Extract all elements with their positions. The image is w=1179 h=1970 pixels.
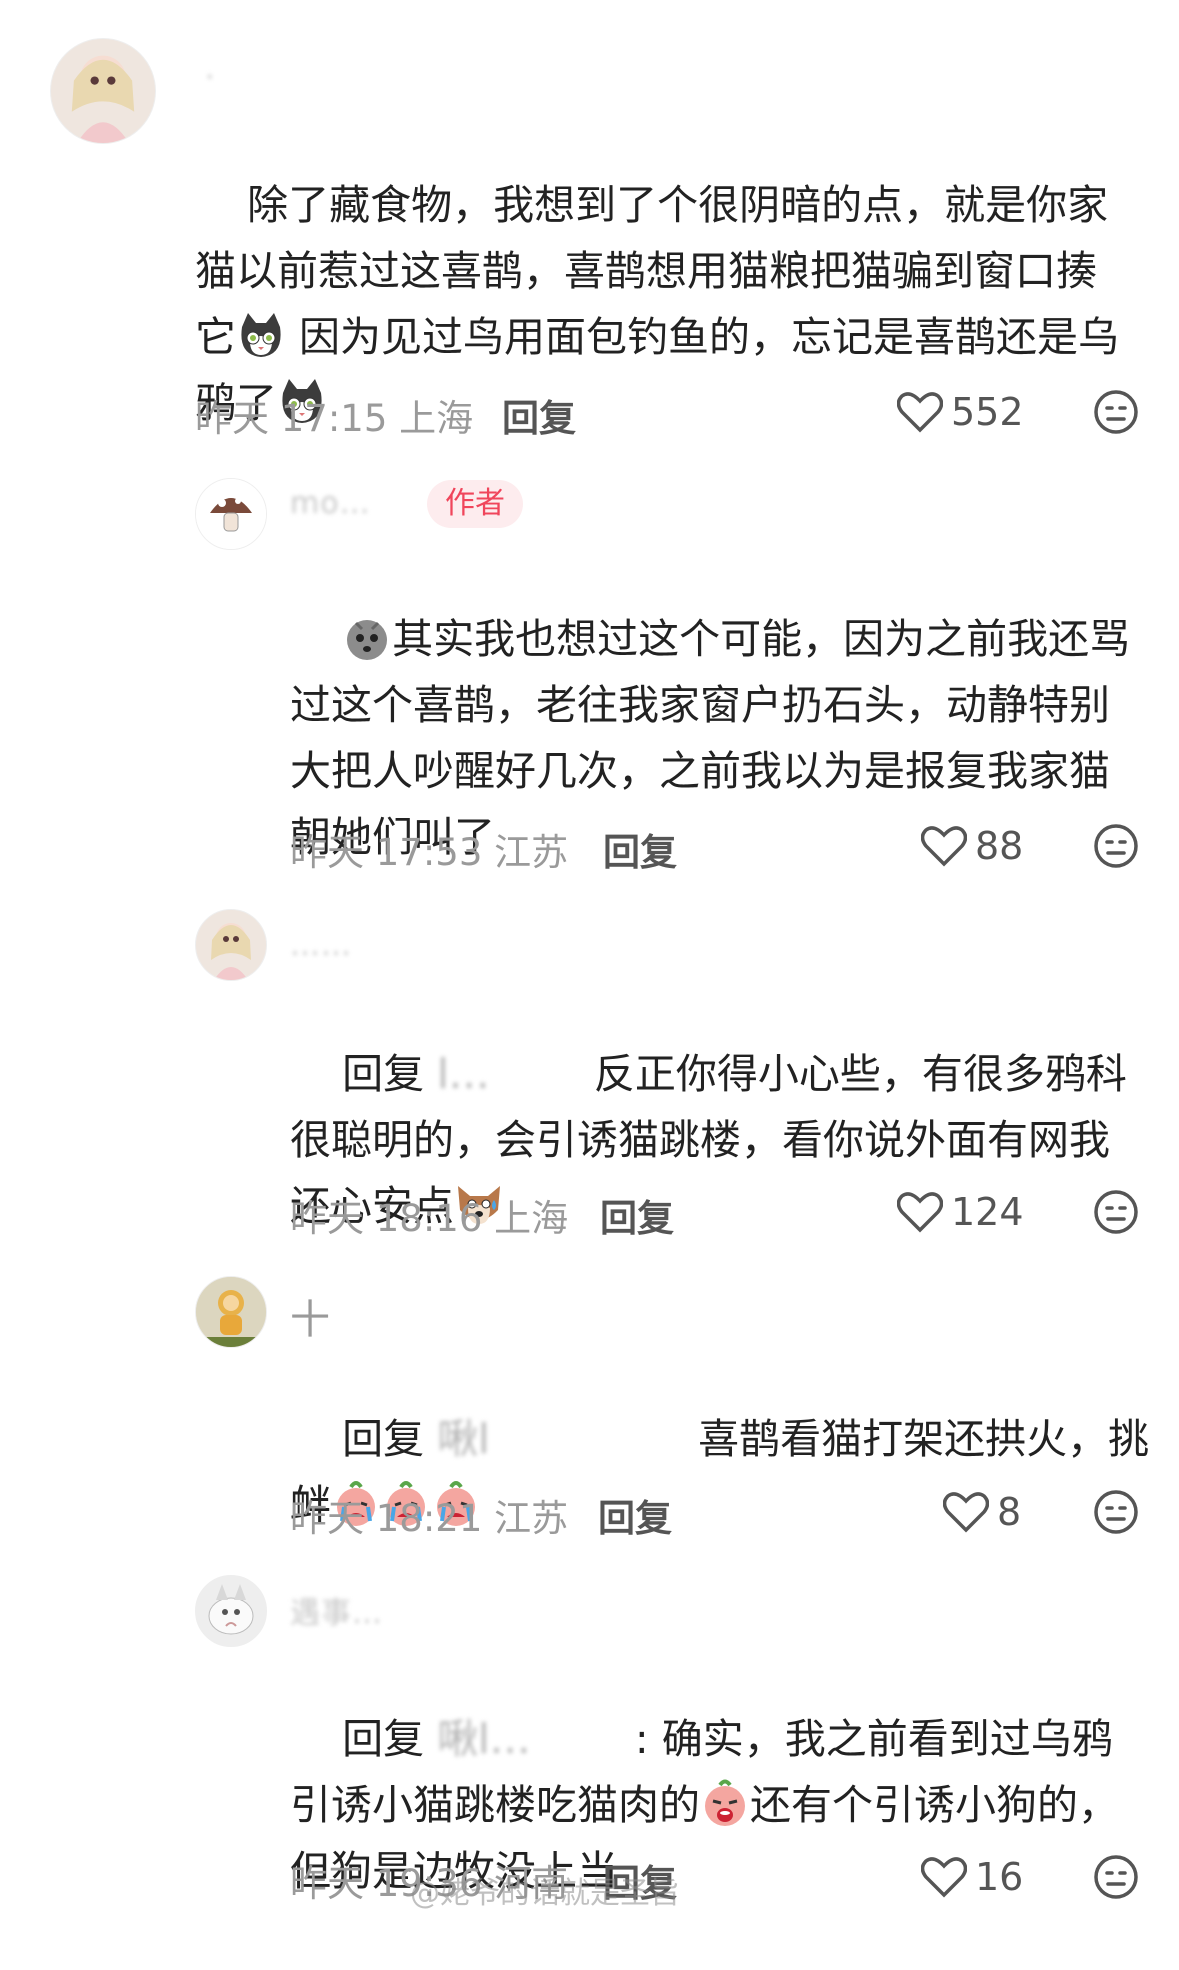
like-button[interactable]: 8 [943, 1490, 1021, 1534]
heart-icon [921, 826, 967, 867]
avatar[interactable] [195, 1276, 267, 1348]
reply-button[interactable]: 回复 [502, 388, 576, 442]
screaming-face-emoji-icon [700, 1779, 750, 1829]
like-count: 124 [951, 1190, 1024, 1234]
comment-text: 回复 啾l… : 确实，我之前看到过乌鸦引诱小猫跳楼吃猫肉的 还有个引诱小狗的，但… [290, 1640, 1140, 1970]
username[interactable]: 十 [290, 1287, 331, 1345]
like-count: 16 [975, 1855, 1024, 1899]
cat-emoji-icon [236, 311, 286, 361]
like-button[interactable]: 16 [921, 1855, 1023, 1899]
dislike-face-icon [1094, 390, 1138, 434]
heart-icon [921, 1857, 967, 1898]
reply-prefix: 回复 [342, 1415, 425, 1463]
dislike-button[interactable] [1093, 389, 1139, 435]
comment-text: 回复 l… 反正你得小心些，有很多鸦科很聪明的，会引诱猫跳楼，看你说外面有网我还… [290, 975, 1150, 1305]
timestamp-location: 昨天 18:16 上海 [290, 1197, 569, 1240]
reply-button[interactable]: 回复 [603, 822, 677, 876]
heart-icon [897, 392, 943, 433]
dislike-button[interactable] [1093, 1854, 1139, 1900]
reply-prefix: 回复 [342, 1050, 425, 1098]
reply-prefix: 回复 [342, 1715, 425, 1763]
avatar[interactable] [50, 38, 156, 144]
avatar[interactable] [195, 478, 267, 550]
heart-icon [943, 1492, 989, 1533]
dislike-face-icon [1094, 1190, 1138, 1234]
username[interactable]: mo… [290, 486, 371, 521]
username[interactable]: …… [290, 928, 352, 963]
watermark: @姥爷的话就是圣旨 [410, 1876, 680, 1911]
like-count: 552 [951, 390, 1024, 434]
like-count: 88 [975, 824, 1024, 868]
dislike-face-icon [1094, 824, 1138, 868]
dislike-face-icon [1094, 1490, 1138, 1534]
like-count: 8 [997, 1490, 1022, 1534]
author-badge: 作者 [427, 480, 523, 528]
like-button[interactable]: 88 [921, 824, 1023, 868]
username[interactable]: 遇事… [290, 1588, 383, 1632]
avatar[interactable] [195, 909, 267, 981]
dislike-button[interactable] [1093, 1189, 1139, 1235]
like-button[interactable]: 124 [897, 1190, 1024, 1234]
dislike-face-icon [1094, 1855, 1138, 1899]
reply-to-username[interactable]: 啾l [437, 1415, 489, 1463]
timestamp-location: 昨天 17:53 江苏 [290, 831, 569, 874]
username[interactable]: · [205, 60, 216, 95]
like-button[interactable]: 552 [897, 390, 1024, 434]
reply-to-username[interactable]: 啾l… [437, 1715, 530, 1763]
worried-emoji-icon [342, 613, 392, 663]
comment-text: 除了藏食物，我想到了个很阴暗的点，就是你家猫以前惹过这喜鹊，喜鹊想用猫粮把猫骗到… [195, 106, 1135, 502]
reply-button[interactable]: 回复 [600, 1188, 674, 1242]
timestamp-location: 昨天 17:15 上海 [195, 397, 474, 440]
dislike-button[interactable] [1093, 1489, 1139, 1535]
dislike-button[interactable] [1093, 823, 1139, 869]
heart-icon [897, 1192, 943, 1233]
avatar[interactable] [195, 1575, 267, 1647]
reply-to-username[interactable]: l… [437, 1050, 489, 1098]
reply-button[interactable]: 回复 [598, 1488, 672, 1542]
comment-text: 回复 啾l 喜鹊看猫打架还拱火，挑衅 [290, 1340, 1150, 1604]
timestamp-location: 昨天 18:21 江苏 [290, 1497, 569, 1540]
comment-text: 其实我也想过这个可能，因为之前我还骂过这个喜鹊，老往我家窗户扔石头，动静特别大把… [290, 540, 1135, 936]
